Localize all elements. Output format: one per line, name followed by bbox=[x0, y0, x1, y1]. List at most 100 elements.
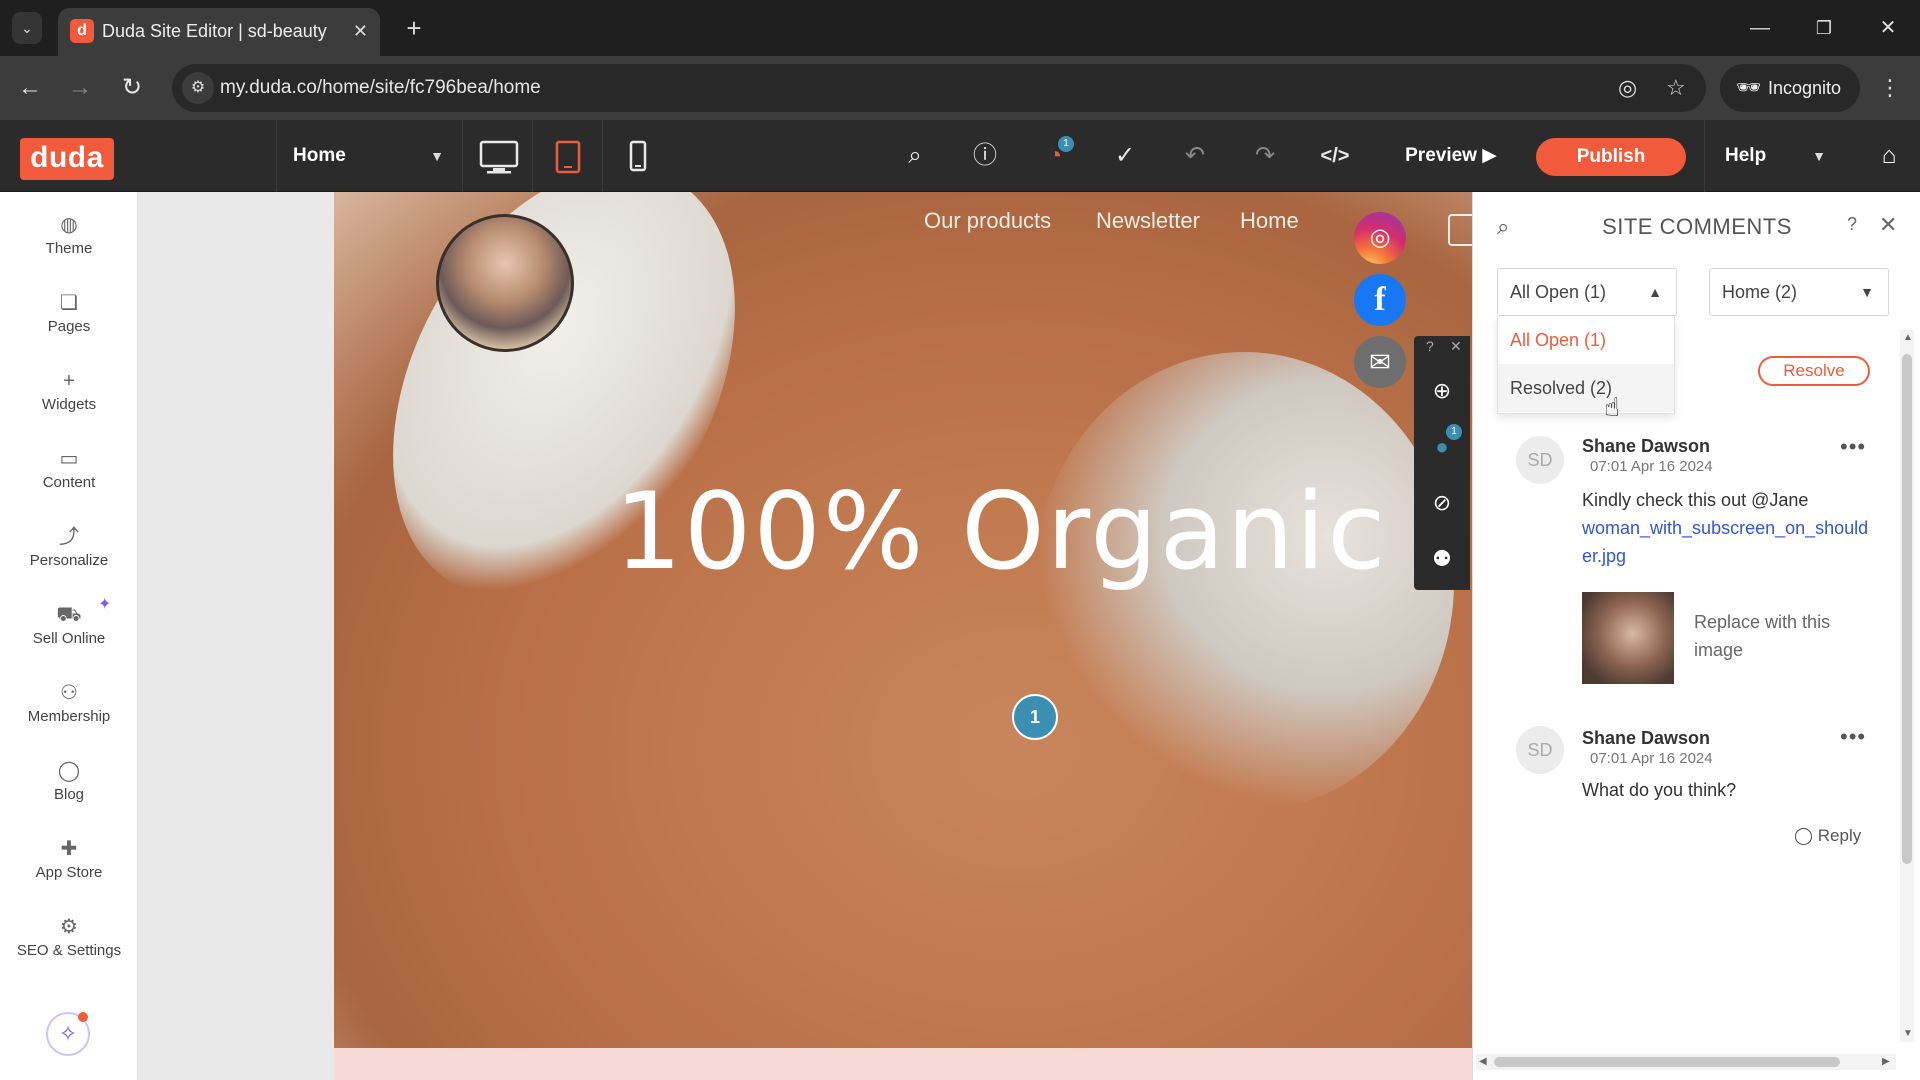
attachment-thumbnail[interactable] bbox=[1582, 592, 1674, 684]
reply-label: Reply bbox=[1817, 826, 1862, 845]
sidebar-item-content[interactable]: ▭ Content bbox=[0, 438, 138, 508]
close-icon[interactable]: ✕ bbox=[353, 8, 368, 54]
horizontal-scrollbar[interactable]: ◀ ▶ bbox=[1476, 1054, 1896, 1070]
sidebar-item-label: Sell Online bbox=[32, 630, 106, 647]
undo-icon[interactable]: ↶ bbox=[1160, 120, 1230, 192]
comment-pin[interactable]: 1 bbox=[1012, 694, 1058, 740]
mobile-view-button[interactable] bbox=[602, 120, 672, 192]
desktop-view-button[interactable] bbox=[462, 120, 532, 192]
scroll-up-arrow-icon[interactable]: ▲ bbox=[1903, 332, 1913, 343]
ai-notification-dot bbox=[78, 1012, 88, 1022]
info-icon[interactable]: ⓘ bbox=[950, 120, 1020, 192]
plus-icon: + bbox=[63, 370, 75, 392]
forward-arrow-icon[interactable]: → bbox=[60, 68, 100, 108]
add-comment-button[interactable]: ⊕ bbox=[1414, 364, 1470, 418]
window-close-icon[interactable]: ✕ bbox=[1858, 6, 1918, 50]
vertical-scrollbar[interactable]: ▲ ▼ bbox=[1900, 330, 1914, 1042]
profile-image[interactable] bbox=[436, 214, 574, 352]
sidebar-item-seo-settings[interactable]: ⚙ SEO & Settings bbox=[0, 906, 138, 976]
reply-button[interactable]: ◯ Reply bbox=[1794, 826, 1861, 846]
preview-button[interactable]: Preview ▶ bbox=[1376, 120, 1526, 192]
scrollbar-thumb[interactable] bbox=[1902, 354, 1912, 864]
scroll-down-arrow-icon[interactable]: ▼ bbox=[1903, 1028, 1913, 1039]
comment-card: SD Shane Dawson 07:01 Apr 16 2024 ••• Wh… bbox=[1500, 716, 1888, 874]
comments-list-button[interactable]: ● bbox=[1414, 420, 1470, 474]
eye-off-icon[interactable]: ◎ bbox=[1618, 64, 1637, 112]
sidebar-item-theme[interactable]: ◍ Theme bbox=[0, 204, 138, 274]
back-arrow-icon[interactable]: ← bbox=[10, 68, 50, 108]
incognito-badge[interactable]: 🕶 Incognito bbox=[1720, 64, 1860, 112]
collaborators-button[interactable]: ⚉ bbox=[1414, 532, 1470, 586]
tablet-icon bbox=[555, 140, 581, 174]
search-icon[interactable]: ⌕ bbox=[880, 120, 950, 192]
page-filter-select[interactable]: Home (2) ▼ bbox=[1709, 268, 1889, 316]
page-selector[interactable]: Home ▼ bbox=[276, 120, 456, 192]
tablet-view-button[interactable] bbox=[532, 120, 602, 192]
duda-logo[interactable]: duda bbox=[20, 138, 114, 180]
next-section-strip bbox=[334, 1048, 1472, 1080]
dropdown-option-resolved[interactable]: Resolved (2) bbox=[1498, 364, 1674, 412]
publish-button[interactable]: Publish bbox=[1536, 138, 1686, 176]
url-text[interactable]: my.duda.co/home/site/fc796bea/home bbox=[220, 64, 541, 112]
more-options-icon[interactable]: ••• bbox=[1840, 724, 1866, 750]
browser-address-bar: ← → ↻ ⚙ my.duda.co/home/site/fc796bea/ho… bbox=[0, 56, 1920, 120]
email-icon[interactable]: ✉ bbox=[1354, 336, 1406, 388]
scroll-left-arrow-icon[interactable]: ◀ bbox=[1479, 1056, 1487, 1067]
code-icon[interactable]: </> bbox=[1300, 120, 1370, 192]
site-info-icon[interactable]: ⚙ bbox=[182, 72, 214, 104]
minimize-icon[interactable]: — bbox=[1730, 6, 1790, 50]
page-selector-label: Home bbox=[293, 145, 346, 166]
nav-link-home[interactable]: Home bbox=[1240, 208, 1299, 234]
comments-icon[interactable]: ◔ bbox=[1020, 120, 1090, 192]
close-icon[interactable]: ✕ bbox=[1450, 338, 1462, 355]
omnibox[interactable]: ⚙ my.duda.co/home/site/fc796bea/home ◎ ☆ bbox=[172, 64, 1706, 112]
resolve-button[interactable]: Resolve bbox=[1758, 356, 1870, 386]
scrollbar-thumb[interactable] bbox=[1494, 1057, 1840, 1067]
sidebar-item-label: Pages bbox=[47, 318, 91, 335]
more-options-icon[interactable]: ••• bbox=[1840, 434, 1866, 460]
sidebar-item-app-store[interactable]: ✚ App Store bbox=[0, 828, 138, 898]
nav-link-newsletter[interactable]: Newsletter bbox=[1096, 208, 1200, 234]
folder-icon: ▭ bbox=[59, 448, 79, 470]
sidebar-item-personalize[interactable]: ⤴ Personalize bbox=[0, 516, 138, 586]
help-icon[interactable]: ? bbox=[1847, 214, 1857, 235]
hide-comments-button[interactable]: ⊘ bbox=[1414, 476, 1470, 530]
sidebar-item-blog[interactable]: ◯ Blog bbox=[0, 750, 138, 820]
chevron-down-icon: ▼ bbox=[430, 148, 444, 164]
notification-badge: 1 bbox=[1058, 136, 1074, 152]
scroll-right-arrow-icon[interactable]: ▶ bbox=[1882, 1056, 1890, 1067]
browser-menu-icon[interactable]: ⋮ bbox=[1872, 68, 1908, 108]
checkmark-icon[interactable]: ✓ bbox=[1090, 120, 1160, 192]
nav-link-our-products[interactable]: Our products bbox=[924, 208, 1051, 234]
sidebar-item-membership[interactable]: ⚇ Membership bbox=[0, 672, 138, 742]
sidebar-item-label: SEO & Settings bbox=[16, 942, 122, 959]
status-filter-select[interactable]: All Open (1) ▲ bbox=[1497, 268, 1677, 316]
tab-title: Duda Site Editor | sd-beauty bbox=[102, 21, 327, 41]
bookmark-star-icon[interactable]: ☆ bbox=[1666, 64, 1686, 112]
new-tab-button[interactable]: + bbox=[396, 8, 432, 48]
duda-favicon-icon: d bbox=[70, 19, 94, 43]
avatar: SD bbox=[1516, 436, 1564, 484]
browser-tab[interactable]: d Duda Site Editor | sd-beauty ✕ bbox=[58, 8, 380, 56]
dropdown-option-all-open[interactable]: All Open (1) bbox=[1498, 316, 1674, 364]
close-icon[interactable]: ✕ bbox=[1879, 212, 1897, 238]
cart-icon: ⛟ bbox=[56, 604, 82, 626]
help-menu[interactable]: Help ▼ bbox=[1704, 120, 1844, 192]
sidebar-item-label: Widgets bbox=[41, 396, 97, 413]
tab-search-button[interactable]: ⌄ bbox=[12, 12, 42, 44]
sidebar-item-label: Content bbox=[42, 474, 96, 491]
help-icon[interactable]: ? bbox=[1426, 338, 1434, 354]
redo-icon[interactable]: ↷ bbox=[1230, 120, 1300, 192]
sidebar-item-widgets[interactable]: + Widgets bbox=[0, 360, 138, 430]
home-icon[interactable]: ⌂ bbox=[1858, 120, 1920, 192]
shopping-bag-icon[interactable] bbox=[1448, 214, 1472, 246]
sidebar-item-pages[interactable]: ❏ Pages bbox=[0, 282, 138, 352]
instagram-icon[interactable]: ◎ bbox=[1354, 212, 1406, 264]
add-comment-icon: ⊕ bbox=[1432, 378, 1452, 403]
attachment-link[interactable]: woman_with_subscreen_on_shoulder.jpg bbox=[1582, 514, 1874, 570]
facebook-icon[interactable]: f bbox=[1354, 274, 1406, 326]
sidebar-item-label: Personalize bbox=[29, 552, 109, 569]
restore-icon[interactable]: ❐ bbox=[1794, 6, 1854, 50]
sidebar-item-sell-online[interactable]: ✦ ⛟ Sell Online bbox=[0, 594, 138, 664]
reload-icon[interactable]: ↻ bbox=[112, 68, 152, 108]
